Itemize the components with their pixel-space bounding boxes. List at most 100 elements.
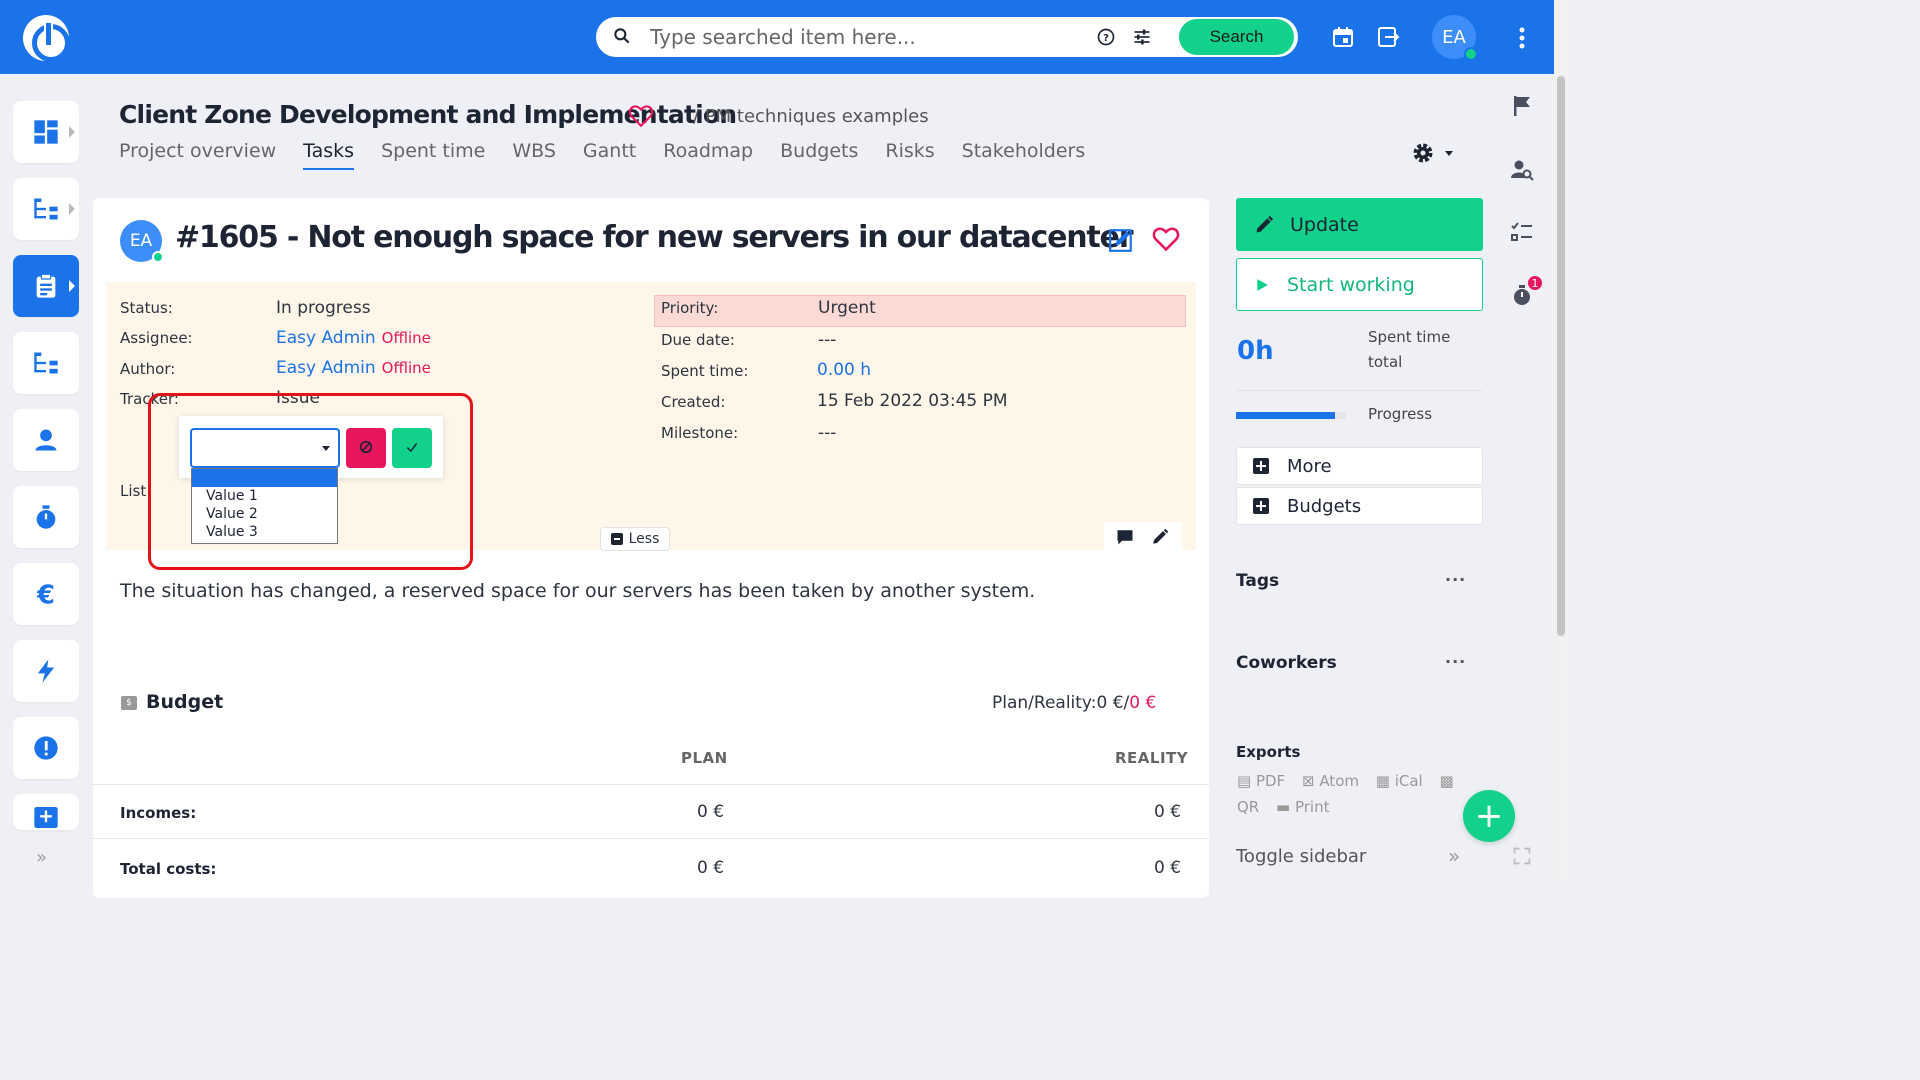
nav-dashboard[interactable] <box>13 101 79 163</box>
dropdown-option[interactable]: Value 1 <box>192 487 337 505</box>
nav-more[interactable] <box>13 794 79 830</box>
nav-actions[interactable] <box>13 640 79 702</box>
issue-author-avatar[interactable]: EA <box>120 220 164 263</box>
assignee-status: Offline <box>381 329 431 347</box>
nav-budgets[interactable]: € <box>13 563 79 625</box>
author-link[interactable]: Easy Admin <box>276 358 376 378</box>
tab-roadmap[interactable]: Roadmap <box>663 140 753 170</box>
spent-time-value[interactable]: 0.00 h <box>817 360 871 380</box>
less-button[interactable]: Less <box>600 527 670 551</box>
coworkers-heading: Coworkers <box>1236 653 1337 673</box>
export-ical-link[interactable]: ▦ iCal <box>1376 772 1429 790</box>
export-pdf-link[interactable]: ▤ PDF <box>1237 772 1291 790</box>
assignee-label: Assignee: <box>120 329 193 347</box>
add-fab-button[interactable]: + <box>1463 790 1515 842</box>
tab-risks[interactable]: Risks <box>885 140 934 170</box>
plan-reality-summary: Plan/Reality:0 €/0 € <box>992 693 1157 713</box>
search-input[interactable] <box>650 23 1070 51</box>
cancel-icon <box>359 440 373 453</box>
assignee-link[interactable]: Easy Admin <box>276 328 376 348</box>
priority-value[interactable]: Urgent <box>818 298 876 318</box>
budgets-label: Budgets <box>1287 495 1362 517</box>
tab-project-overview[interactable]: Project overview <box>119 140 276 170</box>
tags-options-icon[interactable]: ··· <box>1445 570 1466 589</box>
filter-settings-icon[interactable] <box>1132 27 1152 47</box>
more-menu-icon[interactable] <box>1515 26 1529 50</box>
edit-icon[interactable] <box>1108 227 1134 253</box>
favorite-icon[interactable] <box>1152 226 1180 252</box>
flag-icon[interactable] <box>1510 94 1534 118</box>
search-icon <box>614 28 630 44</box>
tab-tasks[interactable]: Tasks <box>303 140 355 170</box>
dropdown-option[interactable]: Value 2 <box>192 505 337 523</box>
plan-reality-label: Plan/Reality: <box>992 693 1097 713</box>
lightning-icon <box>37 659 55 683</box>
help-icon[interactable]: ? <box>1096 27 1116 47</box>
start-working-button[interactable]: Start working <box>1236 258 1483 311</box>
tab-stakeholders[interactable]: Stakeholders <box>962 140 1086 170</box>
export-pdf-label: PDF <box>1255 772 1286 790</box>
user-search-icon[interactable] <box>1510 158 1534 182</box>
total-costs-reality: 0 € <box>1154 858 1182 878</box>
user-avatar[interactable]: EA <box>1432 15 1478 61</box>
author-status: Offline <box>381 359 431 377</box>
created-value: 15 Feb 2022 03:45 PM <box>817 391 1008 411</box>
list-select[interactable] <box>190 428 340 468</box>
coworkers-options-icon[interactable]: ··· <box>1445 652 1466 671</box>
pencil-icon[interactable] <box>1151 528 1169 546</box>
export-atom-label: Atom <box>1319 772 1359 790</box>
scrollbar-thumb[interactable] <box>1557 76 1565 636</box>
page-scrollbar[interactable] <box>1554 0 1568 882</box>
app-logo-icon[interactable] <box>23 15 70 62</box>
budgets-button[interactable]: Budgets <box>1236 487 1483 525</box>
expand-caret-icon <box>69 126 75 138</box>
nav-projects[interactable] <box>13 178 79 240</box>
tab-wbs[interactable]: WBS <box>512 140 556 170</box>
more-button[interactable]: More <box>1236 447 1483 485</box>
progress-bar-fill <box>1236 412 1335 419</box>
exports-heading: Exports <box>1236 743 1301 761</box>
author-value: Easy Admin Offline <box>276 358 431 378</box>
nav-wbs[interactable] <box>13 332 79 394</box>
update-button[interactable]: Update <box>1236 198 1483 251</box>
settings-gear-icon[interactable] <box>1410 140 1458 166</box>
nav-users[interactable] <box>13 409 79 471</box>
add-box-icon <box>34 807 58 828</box>
list-label: List: <box>120 482 152 500</box>
play-icon <box>1257 278 1268 291</box>
nav-tasks[interactable] <box>13 255 79 317</box>
priority-label: Priority: <box>661 299 719 317</box>
tab-budgets[interactable]: Budgets <box>780 140 858 170</box>
print-link[interactable]: ▬ Print <box>1276 798 1335 816</box>
status-value[interactable]: In progress <box>276 298 371 318</box>
incomes-label: Incomes: <box>120 804 197 822</box>
export-atom-link[interactable]: ⊠ Atom <box>1302 772 1365 790</box>
logout-icon[interactable] <box>1376 25 1400 49</box>
table-divider <box>93 784 1209 785</box>
due-date-value[interactable]: --- <box>818 330 836 350</box>
checklist-icon[interactable] <box>1510 220 1534 244</box>
confirm-button[interactable] <box>392 428 432 468</box>
dropdown-option[interactable]: Value 3 <box>192 523 337 541</box>
fullscreen-icon[interactable] <box>1512 846 1532 866</box>
total-costs-plan: 0 € <box>697 858 725 878</box>
comment-icon[interactable] <box>1116 528 1134 546</box>
tab-spent-time[interactable]: Spent time <box>381 140 485 170</box>
search-button[interactable]: Search <box>1179 19 1294 55</box>
toggle-sidebar-link[interactable]: Toggle sidebar <box>1236 846 1366 867</box>
top-bar: ? Search EA <box>0 0 1568 74</box>
nav-time-tracking[interactable] <box>13 486 79 548</box>
dropdown-option-empty[interactable] <box>192 469 337 487</box>
column-plan: PLAN <box>681 749 728 767</box>
cancel-button[interactable] <box>346 428 386 468</box>
nav-risks[interactable] <box>13 717 79 779</box>
start-working-label: Start working <box>1287 273 1415 296</box>
breadcrumb[interactable]: / PM techniques examples <box>693 106 929 127</box>
tab-gantt[interactable]: Gantt <box>583 140 636 170</box>
favorite-project-icon[interactable] <box>628 104 654 128</box>
expand-sidebar-icon[interactable]: » <box>36 847 47 868</box>
double-chevron-icon[interactable]: » <box>1448 844 1460 868</box>
calendar-icon[interactable] <box>1331 25 1355 49</box>
milestone-value[interactable]: --- <box>818 423 836 443</box>
online-status-dot <box>1464 47 1478 61</box>
